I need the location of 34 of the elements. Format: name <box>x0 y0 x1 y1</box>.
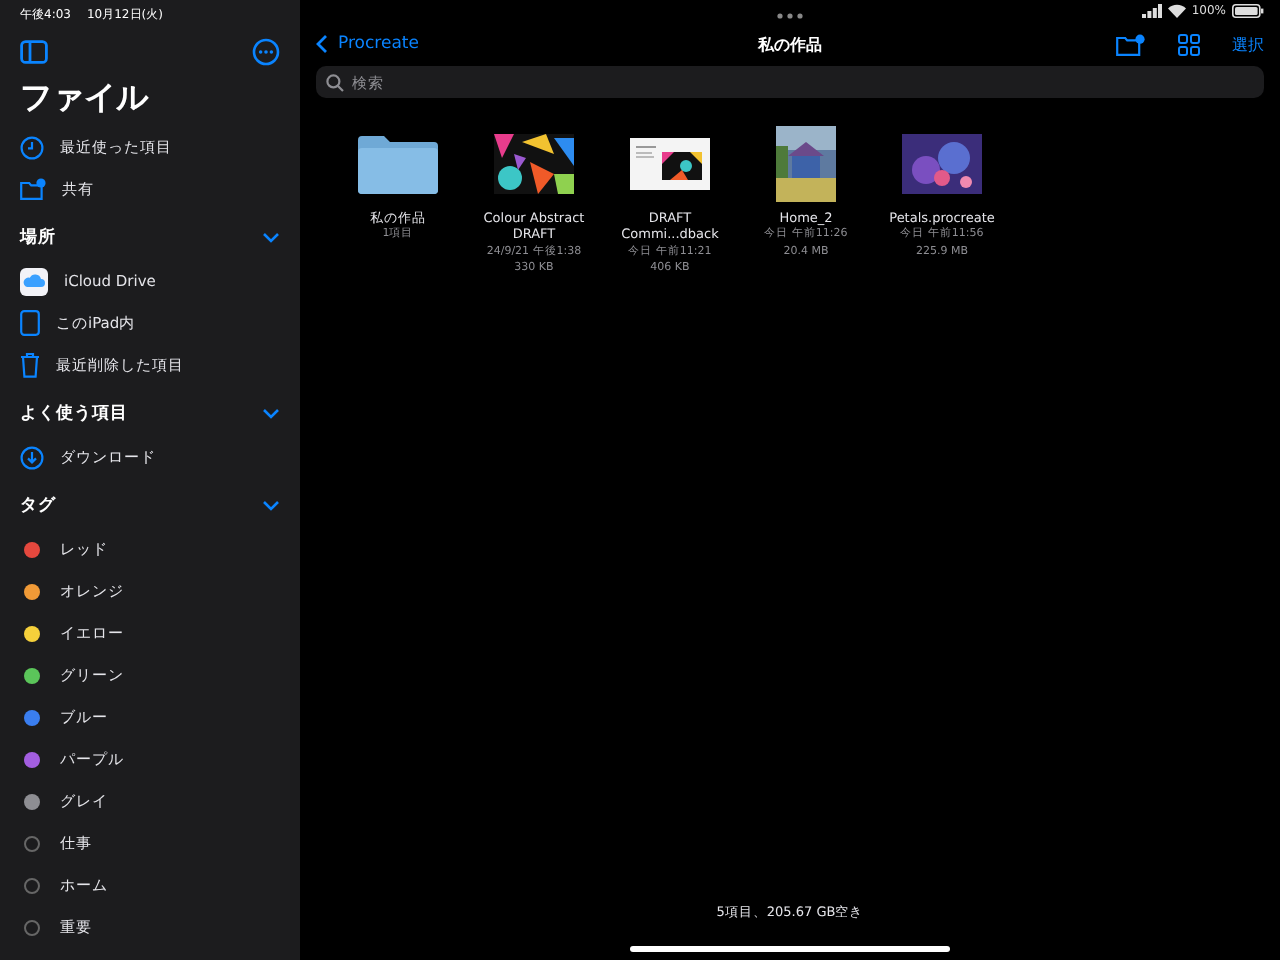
trash-icon <box>20 352 40 378</box>
section-header: よく使う項目 <box>20 402 128 426</box>
wifi-icon <box>1167 4 1186 18</box>
tablet-icon <box>20 310 40 336</box>
grid-view-icon[interactable] <box>1178 33 1200 55</box>
tag-outline-icon <box>24 877 40 893</box>
tag-outline-icon <box>24 835 40 851</box>
painting-thumbnail[interactable] <box>776 126 836 202</box>
chevron-icon[interactable] <box>262 500 280 512</box>
clock-icon <box>20 135 44 159</box>
chevron-icon[interactable] <box>262 408 280 420</box>
new-folder-icon[interactable] <box>1116 33 1146 55</box>
section-header: 場所 <box>20 226 56 250</box>
flower-artwork-thumbnail[interactable] <box>902 134 982 194</box>
battery-icon <box>1232 4 1264 18</box>
chevron-icon[interactable] <box>262 232 280 244</box>
section-header: タグ <box>20 494 56 518</box>
sidebar-title: ファイル <box>20 78 151 120</box>
multitask-dots-icon[interactable] <box>776 12 804 20</box>
tag-outline-icon <box>24 919 40 935</box>
more-icon[interactable] <box>252 38 280 66</box>
download-icon <box>20 445 44 469</box>
select-button[interactable]: 選択 <box>1232 33 1264 55</box>
sidebar-toggle-icon[interactable] <box>20 40 48 64</box>
folder-title: 私の作品 <box>758 33 822 55</box>
shared-folder-icon <box>20 178 46 200</box>
document-thumbnail[interactable] <box>630 138 710 190</box>
folder-icon[interactable] <box>358 134 438 194</box>
signal-icon <box>1141 4 1162 18</box>
search-icon <box>326 73 344 91</box>
back-chevron-icon <box>316 34 328 54</box>
cloud-icon <box>20 267 48 295</box>
back-button[interactable]: Procreate <box>316 34 419 54</box>
abstract-artwork-thumbnail[interactable] <box>494 134 574 194</box>
